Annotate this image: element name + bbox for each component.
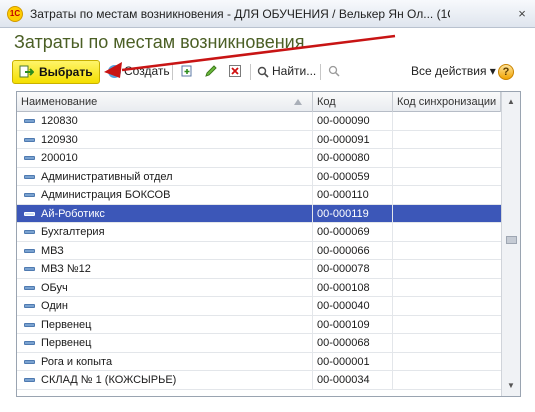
column-header-name[interactable]: Наименование [17, 92, 313, 112]
cell-code: 00-000080 [313, 149, 393, 167]
cell-sync-code [393, 168, 501, 186]
find-button[interactable]: Найти... [257, 60, 317, 84]
cell-sync-code [393, 316, 501, 334]
table-row[interactable]: Один 00-000040 [17, 297, 501, 316]
window-titlebar: 1С Затраты по местам возникновения - ДЛЯ… [0, 0, 535, 28]
1c-logo-icon: 1С [7, 6, 23, 22]
table-row[interactable]: 120830 00-000090 [17, 112, 501, 131]
form-title: Затраты по местам возникновения [14, 32, 305, 52]
cell-code: 00-000068 [313, 334, 393, 352]
cell-code: 00-000034 [313, 371, 393, 389]
cell-code: 00-000066 [313, 241, 393, 260]
select-button-label: Выбрать [39, 65, 93, 79]
table-row[interactable]: Рога и копыта 00-000001 [17, 352, 501, 371]
table-header: Наименование Код Код синхронизации [17, 92, 501, 112]
table-row[interactable]: Первенец 00-000109 [17, 315, 501, 334]
toolbar: Выбрать + Создать Найти... Все действия … [0, 58, 535, 86]
cell-sync-code [393, 131, 501, 149]
cell-code: 00-000090 [313, 112, 393, 130]
cell-name: Первенец [17, 315, 313, 334]
cell-name: МВЗ [17, 241, 313, 260]
select-button[interactable]: Выбрать [12, 60, 100, 84]
table-row[interactable]: Ай-Роботикс 00-000119 [17, 204, 501, 223]
cell-sync-code [393, 297, 501, 315]
table-row[interactable]: МВЗ №12 00-000078 [17, 260, 501, 279]
cell-sync-code [393, 279, 501, 297]
cell-name: Бухгалтерия [17, 223, 313, 241]
cell-sync-code [393, 353, 501, 371]
cell-code: 00-000119 [313, 204, 393, 223]
cell-name: 120930 [17, 130, 313, 149]
table-row[interactable]: Администрация БОКСОВ 00-000110 [17, 186, 501, 205]
cell-code: 00-000078 [313, 260, 393, 278]
create-button-label: Создать [124, 64, 170, 78]
delete-mark-icon[interactable] [227, 64, 243, 80]
cell-sync-code [393, 186, 501, 204]
toolbar-separator [172, 64, 173, 80]
create-plus-icon: + [108, 65, 121, 78]
cell-code: 00-000110 [313, 186, 393, 204]
cell-code: 00-000040 [313, 297, 393, 315]
cell-sync-code [393, 112, 501, 130]
copy-icon[interactable] [179, 64, 195, 80]
table-row[interactable]: МВЗ 00-000066 [17, 241, 501, 260]
data-table: Наименование Код Код синхронизации 12083… [16, 91, 521, 397]
cell-name: Административный отдел [17, 167, 313, 186]
cell-sync-code [393, 223, 501, 241]
table-row[interactable]: ОБуч 00-000108 [17, 278, 501, 297]
column-header-code[interactable]: Код [313, 92, 393, 112]
create-button[interactable]: + Создать [108, 60, 170, 84]
cell-name: Администрация БОКСОВ [17, 186, 313, 204]
all-actions-menu[interactable]: Все действия ▾ [411, 60, 496, 84]
vertical-scrollbar[interactable]: ▲ ▼ [501, 92, 520, 396]
cell-name: Первенец [17, 334, 313, 352]
close-button[interactable]: × [513, 5, 531, 23]
toolbar-separator [250, 64, 251, 80]
scroll-down-icon[interactable]: ▼ [505, 380, 517, 392]
cell-name: 200010 [17, 149, 313, 167]
search-icon [257, 66, 269, 78]
cell-sync-code [393, 242, 501, 260]
table-row[interactable]: Первенец 00-000068 [17, 334, 501, 353]
cell-code: 00-000091 [313, 130, 393, 149]
cell-sync-code [393, 205, 501, 223]
table-row[interactable]: 200010 00-000080 [17, 149, 501, 168]
cell-name: Один [17, 297, 313, 315]
cell-name: МВЗ №12 [17, 260, 313, 278]
cell-sync-code [393, 371, 501, 389]
table-row[interactable]: Бухгалтерия 00-000069 [17, 223, 501, 242]
table-row[interactable]: 120930 00-000091 [17, 130, 501, 149]
cell-code: 00-000109 [313, 315, 393, 334]
cell-name: Ай-Роботикс [17, 204, 313, 223]
window-title: Затраты по местам возникновения - ДЛЯ ОБ… [30, 7, 450, 21]
cell-name: Рога и копыта [17, 352, 313, 371]
cancel-search-icon[interactable] [326, 64, 342, 80]
cell-sync-code [393, 334, 501, 352]
help-icon[interactable]: ? [498, 64, 514, 80]
toolbar-separator [320, 64, 321, 80]
table-row[interactable]: СКЛАД № 1 (КОЖСЫРЬЕ) 00-000034 [17, 371, 501, 390]
table-body: 120830 00-000090 120930 00-000091 200010 00-0… [17, 112, 501, 390]
sort-ascending-icon [294, 99, 302, 105]
select-arrow-icon [19, 65, 34, 78]
cell-code: 00-000001 [313, 352, 393, 371]
column-header-sync-code[interactable]: Код синхронизации [393, 92, 501, 112]
table-row[interactable]: Административный отдел 00-000059 [17, 167, 501, 186]
scroll-thumb[interactable] [506, 236, 517, 244]
cell-sync-code [393, 149, 501, 167]
cell-code: 00-000108 [313, 278, 393, 297]
cell-sync-code [393, 260, 501, 278]
edit-pencil-icon[interactable] [203, 64, 219, 80]
cell-name: ОБуч [17, 278, 313, 297]
cell-name: СКЛАД № 1 (КОЖСЫРЬЕ) [17, 371, 313, 389]
cell-code: 00-000059 [313, 167, 393, 186]
find-button-label: Найти... [272, 64, 317, 78]
cell-name: 120830 [17, 112, 313, 130]
cell-code: 00-000069 [313, 223, 393, 241]
scroll-up-icon[interactable]: ▲ [505, 96, 517, 108]
